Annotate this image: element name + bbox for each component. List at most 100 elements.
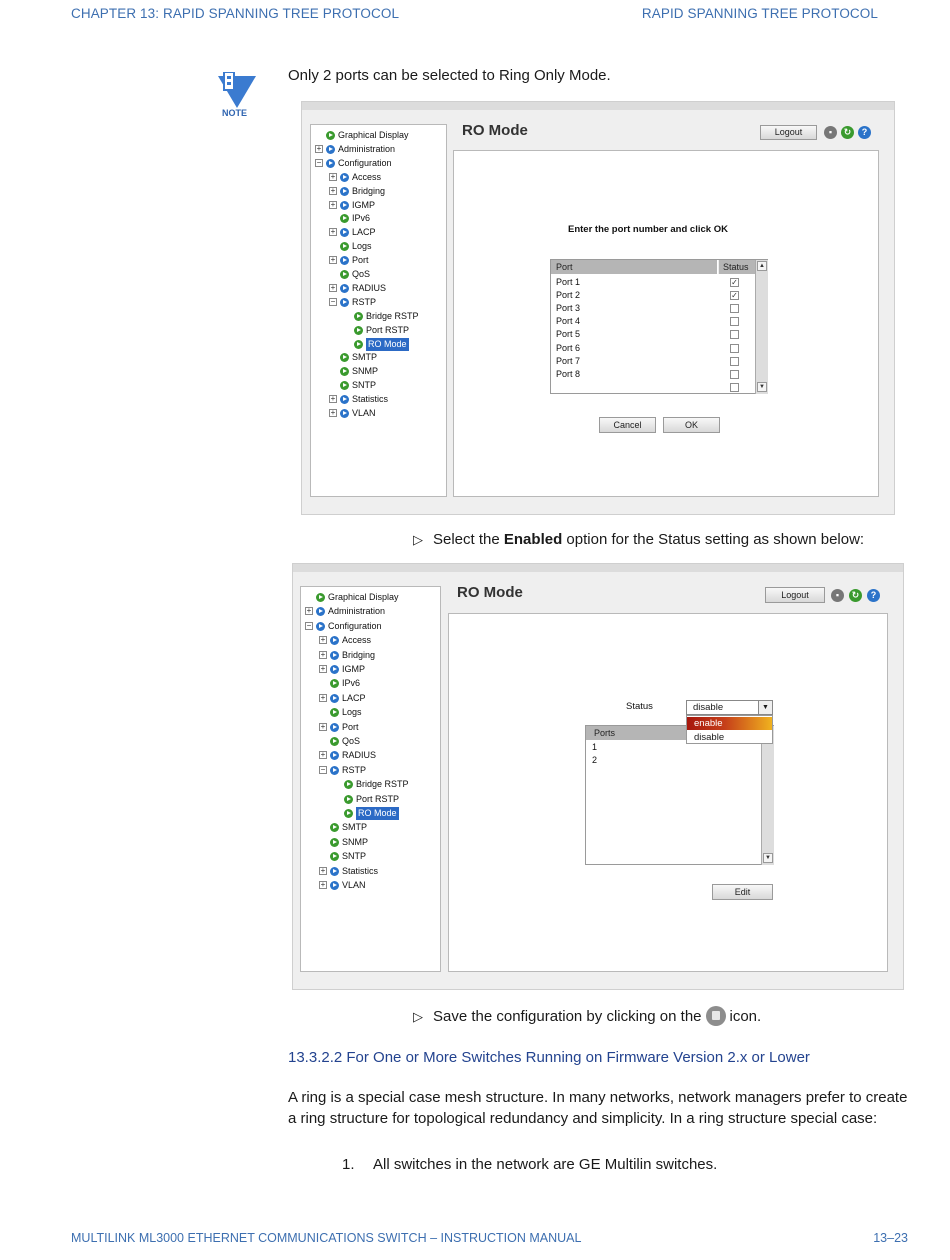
sidebar-item-label: RADIUS [342,750,377,761]
expand-icon[interactable]: + [319,693,327,702]
node-bullet-icon [340,395,349,405]
status-option-enable[interactable]: enable [687,717,772,730]
scroll-down-arrow[interactable]: ▼ [757,382,767,392]
content-panel: Status Ports 12 ▼ disable ▼ enable disabl… [448,613,888,972]
status-checkbox[interactable] [730,356,739,366]
nav-tree: Graphical Display + Administration − Configu… [300,586,441,972]
node-bullet-icon [330,722,339,732]
scroll-down-arrow[interactable]: ▼ [763,853,773,863]
expand-icon[interactable]: + [329,395,337,404]
status-checkbox[interactable] [730,317,739,327]
node-bullet-icon [340,214,349,224]
node-bullet-icon [330,837,339,847]
expand-icon[interactable]: + [329,186,337,195]
expand-icon[interactable]: + [319,650,327,659]
refresh-icon[interactable]: ↻ [849,589,862,602]
sidebar-item-label: Administration [328,606,386,617]
expand-icon[interactable]: + [305,607,313,616]
node-bullet-icon [340,297,349,307]
node-bullet-icon [330,708,339,718]
sidebar-item-label: SNMP [342,836,369,847]
scroll-up-arrow[interactable]: ▲ [757,261,767,271]
sidebar-item-label: Graphical Display [328,592,399,602]
step-save-config: ▷ Save the configuration by clicking on t… [413,1006,762,1026]
node-bullet-icon [330,737,339,746]
status-checkbox[interactable] [730,330,739,340]
sidebar-item-label: Port [352,255,369,266]
col-status-header: Status [718,260,755,274]
list-item[interactable]: 2 [592,754,597,767]
sidebar-item-label: IGMP [352,199,376,210]
step-arrow-icon: ▷ [413,1009,423,1024]
help-icon[interactable]: ? [867,589,880,602]
sidebar-item-label: Statistics [342,865,379,876]
node-bullet-icon [354,311,363,321]
node-bullet-icon [340,228,349,238]
node-bullet-icon [330,866,339,876]
collapse-icon[interactable]: − [305,621,313,630]
expand-icon[interactable]: + [329,409,337,417]
logout-button[interactable]: Logout [760,125,817,140]
edit-button[interactable]: Edit [712,884,773,900]
node-bullet-icon [326,158,335,168]
expand-icon[interactable]: + [319,751,327,760]
expand-icon[interactable]: + [319,665,327,673]
expand-icon[interactable]: + [319,636,327,645]
save-icon[interactable]: ▪ [831,589,844,602]
save-icon[interactable]: ▪ [824,126,837,139]
collapse-icon[interactable]: − [319,765,327,774]
expand-icon[interactable]: + [319,866,327,875]
collapse-icon[interactable]: − [315,158,323,167]
ro-mode-status-screenshot: Graphical Display + Administration − Configu… [292,563,904,990]
status-checkbox[interactable] [730,382,739,392]
node-bullet-icon [330,650,339,660]
scrollbar[interactable]: ▲ ▼ [755,260,768,394]
sidebar-item-label: Access [352,171,382,182]
expand-icon[interactable]: + [329,283,337,292]
logout-button[interactable]: Logout [765,587,825,603]
sidebar-item-label: Bridge RSTP [356,779,409,790]
status-checkbox[interactable] [730,304,739,314]
refresh-icon[interactable]: ↻ [841,126,854,139]
expand-icon[interactable]: + [329,172,337,181]
node-bullet-icon [340,172,349,182]
node-bullet-icon [354,325,363,335]
collapse-icon[interactable]: − [329,297,337,306]
sidebar-item-label: Graphical Display [338,130,409,140]
enabled-bold: Enabled [503,531,563,548]
list-item[interactable]: 1 [592,741,597,754]
note-label: NOTE [222,108,248,118]
node-bullet-icon [344,809,353,818]
node-bullet-icon [340,381,349,391]
ok-button[interactable]: OK [663,417,720,433]
expand-icon[interactable]: + [319,881,327,889]
node-bullet-icon [344,780,353,790]
help-icon[interactable]: ? [858,126,871,139]
chevron-down-icon[interactable]: ▼ [758,701,772,714]
expand-icon[interactable]: + [319,722,327,731]
status-checkbox[interactable]: ✓ [730,278,739,287]
status-checkbox[interactable] [730,343,739,353]
cancel-button[interactable]: Cancel [599,417,656,433]
scrollbar[interactable]: ▼ [761,726,774,865]
sidebar-item-label: VLAN [352,408,376,418]
status-checkbox[interactable] [730,369,739,379]
expand-icon[interactable]: + [315,144,323,153]
sidebar-item-label: Access [342,635,372,646]
expand-icon[interactable]: + [329,200,337,209]
status-checkbox[interactable]: ✓ [730,291,739,301]
nav-tree: Graphical Display + Administration − Configu… [310,124,447,497]
status-option-disable[interactable]: disable [687,731,772,744]
expand-icon[interactable]: + [329,228,337,237]
expand-icon[interactable]: + [329,256,337,265]
sidebar-item-label: SMTP [352,352,378,363]
node-bullet-icon [340,283,349,293]
footer-title: MULTILINK ML3000 ETHERNET COMMUNICATIONS… [71,1231,582,1245]
panel-title: RO Mode [457,584,523,601]
sidebar-item-label: Port RSTP [366,324,410,335]
status-dropdown: enable disable [686,715,773,744]
table-row: Port 2 [556,290,581,301]
sidebar-item-label: RO Mode [356,807,399,820]
status-select[interactable]: disable ▼ [686,700,773,715]
node-bullet-icon [330,665,339,674]
